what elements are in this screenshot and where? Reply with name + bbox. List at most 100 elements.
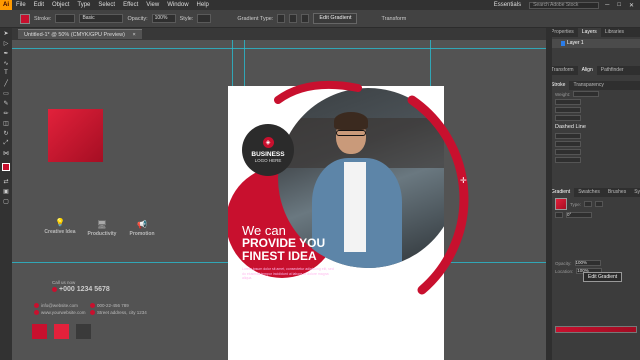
gradient-preview-swatch[interactable] [555, 198, 567, 210]
tab-symbols[interactable]: Symbols [630, 188, 640, 197]
transform-link[interactable]: Transform [381, 16, 406, 22]
opacity-field[interactable]: 100% [151, 14, 176, 23]
menu-help[interactable]: Help [193, 2, 213, 8]
maximize-icon[interactable]: □ [615, 2, 623, 8]
linear-type-button[interactable] [584, 201, 593, 207]
width-tool-icon[interactable]: ⋈ [0, 148, 12, 158]
menu-effect[interactable]: Effect [119, 2, 142, 8]
angle-field[interactable]: 0° [566, 212, 592, 218]
workspace-switcher[interactable]: Essentials [490, 2, 525, 8]
panel-tabs-stroke: Stroke Transparency [547, 81, 640, 90]
freeform-gradient-icon[interactable] [301, 14, 310, 23]
contact-text: info@website.com [41, 303, 78, 308]
menu-type[interactable]: Type [73, 2, 94, 8]
rotate-tool-icon[interactable]: ↻ [0, 128, 12, 138]
feature-creative-idea[interactable]: 💡 Creative Idea [36, 218, 84, 235]
tab-brushes[interactable]: Brushes [604, 188, 630, 197]
angle-row: 0° [547, 211, 640, 219]
menu-select[interactable]: Select [94, 2, 119, 8]
panel-tabs-top: Properties Layers Libraries [547, 28, 640, 37]
panel-collapse-strip[interactable] [546, 28, 552, 360]
headline-block[interactable]: We can PROVIDE YOU FINEST IDEA Lorem ips… [242, 224, 334, 281]
tab-pathfinder[interactable]: Pathfinder [597, 66, 628, 75]
curvature-tool-icon[interactable]: ∿ [0, 58, 12, 68]
stroke-weight-field[interactable] [55, 14, 76, 23]
cap-field[interactable] [555, 99, 581, 105]
tab-align[interactable]: Align [577, 66, 597, 75]
direct-selection-tool-icon[interactable]: ▷ [0, 38, 12, 48]
close-tab-icon[interactable]: × [132, 32, 135, 38]
menu-view[interactable]: View [142, 2, 163, 8]
corner-row [547, 106, 640, 114]
fill-swatch[interactable] [20, 13, 30, 24]
gradient-type-label: Gradient Type: [237, 15, 274, 22]
tab-layers[interactable]: Layers [577, 28, 601, 37]
contact-website[interactable]: www.yourwebsite.com [34, 310, 86, 316]
linear-gradient-icon[interactable] [277, 14, 286, 23]
scale-tool-icon[interactable]: ⤢ [0, 138, 12, 148]
tab-swatches[interactable]: Swatches [574, 188, 604, 197]
gradient-mode-icon[interactable]: ▣ [0, 186, 12, 196]
color-swatch-dark[interactable] [76, 324, 91, 339]
swap-colors-icon[interactable]: ⇄ [0, 176, 12, 186]
arrowheads-field[interactable] [555, 141, 581, 147]
layer-row[interactable]: Layer 1 [547, 39, 640, 48]
type-tool-icon[interactable]: T [0, 68, 12, 78]
contact-address[interactable]: Street address, city 1234 [90, 310, 147, 316]
body-text: Lorem ipsum dolor sit amet, consectetur … [242, 267, 334, 280]
control-bar: Stroke: Basic Opacity: 100% Style: Gradi… [0, 10, 640, 28]
pen-tool-icon[interactable]: ✒ [0, 48, 12, 58]
brush-dropdown[interactable]: Basic [79, 14, 124, 23]
menu-edit[interactable]: Edit [30, 2, 48, 8]
gradient-slider[interactable] [555, 326, 637, 333]
color-swatch-red[interactable] [32, 324, 47, 339]
red-arc-shape[interactable] [372, 80, 482, 330]
phone-number[interactable]: +000 1234 5678 [52, 286, 110, 293]
dash-field[interactable] [555, 133, 581, 139]
menu-object[interactable]: Object [48, 2, 73, 8]
red-arc-top-shape[interactable] [248, 80, 368, 120]
tab-libraries[interactable]: Libraries [601, 28, 628, 37]
paintbrush-tool-icon[interactable]: ✎ [0, 98, 12, 108]
canvas[interactable]: 💡 Creative Idea 🖥 Productivity 📢 Promoti… [12, 40, 546, 360]
scale-field[interactable] [555, 149, 581, 155]
contact-email[interactable]: info@website.com [34, 303, 78, 309]
document-tab[interactable]: Untitled-1* @ 50% (CMYK/GPU Preview) × [18, 29, 142, 39]
edit-gradient-button[interactable]: Edit Gradient [313, 13, 358, 24]
fax-icon [90, 303, 95, 309]
corner-field[interactable] [555, 107, 581, 113]
align-stroke-row [547, 114, 640, 122]
radial-type-button[interactable] [595, 201, 604, 207]
line-tool-icon[interactable]: ╱ [0, 78, 12, 88]
close-window-icon[interactable]: ✕ [627, 2, 636, 9]
business-logo-badge[interactable]: ◈ BUSINESS LOGO HERE [242, 124, 294, 176]
opacity-label: Opacity: [127, 15, 148, 22]
menu-file[interactable]: File [12, 2, 30, 8]
opacity-field[interactable]: 100% [574, 260, 601, 266]
fill-stroke-icon[interactable] [0, 158, 12, 176]
edit-gradient-tooltip: Edit Gradient [583, 272, 623, 282]
align-stroke-field[interactable] [555, 115, 581, 121]
minimize-icon[interactable]: ─ [603, 2, 611, 8]
style-dropdown[interactable] [197, 14, 212, 23]
tab-transparency[interactable]: Transparency [569, 81, 607, 90]
profile-field[interactable] [555, 157, 581, 163]
stock-search-input[interactable]: Search Adobe Stock [529, 1, 600, 9]
eraser-tool-icon[interactable]: ◫ [0, 118, 12, 128]
rectangle-tool-icon[interactable]: ▭ [0, 88, 12, 98]
red-gradient-square[interactable] [48, 109, 103, 162]
dashed-line-checkbox[interactable]: Dashed Line [547, 122, 640, 132]
feature-promotion[interactable]: 📢 Promotion [118, 220, 166, 237]
selection-tool-icon[interactable]: ➤ [0, 28, 12, 38]
gradient-opacity-row: Opacity: 100% [547, 259, 640, 267]
logo-title: BUSINESS [251, 151, 285, 158]
menu-window[interactable]: Window [163, 2, 192, 8]
glasses-shape [336, 130, 366, 136]
screen-mode-icon[interactable]: ▢ [0, 196, 12, 206]
weight-field[interactable] [573, 91, 600, 97]
radial-gradient-icon[interactable] [289, 14, 298, 23]
pencil-tool-icon[interactable]: ✏ [0, 108, 12, 118]
contact-fax[interactable]: 000-22-456 789 [90, 303, 129, 309]
color-swatch-light-red[interactable] [54, 324, 69, 339]
stroke-gradient-icon[interactable] [555, 212, 563, 218]
